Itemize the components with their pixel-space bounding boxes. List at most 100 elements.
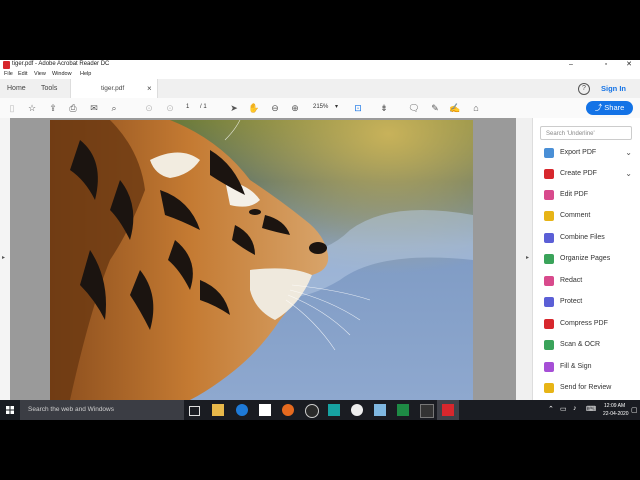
zoom-dropdown-icon[interactable]: ▾ — [335, 103, 338, 110]
camtasia-icon[interactable] — [351, 404, 363, 416]
menu-help[interactable]: Help — [80, 71, 91, 77]
print-icon[interactable]: ⎙ — [67, 102, 79, 114]
excel-icon[interactable] — [397, 404, 409, 416]
share-label: Share — [604, 103, 625, 112]
keyboard-icon[interactable]: ⌨ — [586, 405, 596, 413]
task-view-icon[interactable] — [189, 406, 200, 416]
search-icon[interactable]: ⌕ — [108, 102, 120, 114]
email-icon[interactable]: ✉ — [88, 102, 100, 114]
zoom-out-icon[interactable]: ⊖ — [269, 102, 281, 114]
tool-export-pdf[interactable]: Export PDF ⌄ — [544, 146, 638, 160]
tool-label: Create PDF — [560, 170, 597, 177]
create-pdf-icon — [544, 169, 554, 179]
acrobat-logo-icon — [3, 61, 10, 69]
tools-search-input[interactable]: Search 'Underline' — [540, 126, 632, 140]
share-button[interactable]: ⤴ Share — [586, 101, 633, 115]
clock-date[interactable]: 22-04-2020 — [603, 411, 629, 417]
firefox-icon[interactable] — [282, 404, 294, 416]
help-icon[interactable]: ? — [578, 83, 590, 95]
scroll-icon[interactable]: ⇟ — [378, 102, 390, 114]
tool-comment[interactable]: Comment — [544, 209, 638, 223]
volume-icon[interactable]: ♪ — [573, 405, 577, 412]
chrome-icon[interactable] — [305, 404, 319, 418]
tab-tools[interactable]: Tools — [41, 79, 57, 98]
tab-bar: Home Tools tiger.pdf × ? Sign In — [0, 79, 640, 99]
page-total: / 1 — [200, 104, 207, 110]
tool-redact[interactable]: Redact — [544, 274, 638, 288]
menu-edit[interactable]: Edit — [18, 71, 27, 77]
pen-icon[interactable]: ✎ — [429, 102, 441, 114]
tray-arrow-icon[interactable]: ⌃ — [548, 405, 554, 413]
menu-bar: File Edit View Window Help — [0, 70, 640, 79]
organize-pages-icon — [544, 254, 554, 264]
tool-create-pdf[interactable]: Create PDF ⌄ — [544, 167, 638, 181]
tool-label: Comment — [560, 212, 591, 219]
network-icon[interactable]: ▭ — [560, 405, 567, 413]
next-page-icon[interactable]: ⊙ — [164, 102, 176, 114]
compress-pdf-icon — [544, 319, 554, 329]
tool-label: Protect — [560, 298, 583, 305]
acrobat-taskbar-button[interactable] — [437, 400, 459, 420]
app2-icon[interactable] — [374, 404, 386, 416]
combine-files-icon — [544, 233, 554, 243]
stamp-icon[interactable]: ⌂ — [470, 102, 482, 114]
document-view[interactable] — [10, 118, 516, 400]
tab-document[interactable]: tiger.pdf × — [70, 79, 158, 98]
expand-left-icon: ▸ — [2, 255, 6, 261]
tool-edit-pdf[interactable]: Edit PDF — [544, 188, 638, 202]
tab-home[interactable]: Home — [7, 79, 26, 98]
redact-icon — [544, 276, 554, 286]
clock-time[interactable]: 12:09 AM — [604, 403, 625, 409]
maximize-button[interactable]: ▫ — [595, 60, 617, 70]
minimize-button[interactable]: – — [560, 60, 582, 70]
star-icon[interactable]: ☆ — [26, 102, 38, 114]
edge-icon[interactable] — [236, 404, 248, 416]
close-button[interactable]: ✕ — [618, 60, 640, 70]
prev-page-icon[interactable]: ⊙ — [143, 102, 155, 114]
tool-label: Redact — [560, 277, 583, 284]
letterbox-top — [0, 0, 640, 60]
comment-icon[interactable]: 🗨 — [408, 102, 420, 114]
tab-document-label: tiger.pdf — [101, 85, 125, 92]
right-pane-toggle[interactable]: ▸ — [516, 118, 532, 400]
select-icon[interactable]: ➤ — [228, 102, 240, 114]
menu-file[interactable]: File — [4, 71, 13, 77]
tool-scan-ocr[interactable]: Scan & OCR — [544, 338, 638, 352]
file-explorer-icon[interactable] — [212, 404, 224, 416]
edit-pdf-icon — [544, 190, 554, 200]
sign-in-link[interactable]: Sign In — [601, 84, 626, 93]
notification-icon[interactable]: ▢ — [631, 406, 638, 414]
tool-send-review[interactable]: Send for Review — [544, 381, 638, 395]
tool-label: Fill & Sign — [560, 363, 592, 370]
tool-combine-files[interactable]: Combine Files — [544, 231, 638, 245]
tool-fill-sign[interactable]: Fill & Sign — [544, 360, 638, 374]
chevron-down-icon[interactable]: ⌄ — [625, 146, 632, 160]
hand-icon[interactable]: ✋ — [248, 102, 260, 114]
create-icon[interactable]: ▯ — [6, 102, 18, 114]
fit-icon[interactable]: ⊡ — [352, 102, 364, 114]
page-number[interactable]: 1 — [186, 104, 189, 110]
scan-ocr-icon — [544, 340, 554, 350]
toolbar: ▯ ☆ ⇪ ⎙ ✉ ⌕ ⊙ ⊙ 1 / 1 ➤ ✋ ⊖ ⊕ 215% ▾ ⊡ ⇟… — [0, 98, 640, 119]
terminal-icon[interactable] — [420, 404, 434, 418]
tool-organize-pages[interactable]: Organize Pages — [544, 252, 638, 266]
menu-view[interactable]: View — [34, 71, 46, 77]
start-button[interactable] — [0, 400, 20, 420]
tool-compress-pdf[interactable]: Compress PDF — [544, 317, 638, 331]
left-pane-toggle[interactable]: ▸ — [0, 118, 10, 400]
zoom-in-icon[interactable]: ⊕ — [289, 102, 301, 114]
protect-icon — [544, 297, 554, 307]
tool-label: Export PDF — [560, 149, 597, 156]
sign-icon[interactable]: ✍ — [449, 102, 461, 114]
upload-icon[interactable]: ⇪ — [47, 102, 59, 114]
chevron-down-icon[interactable]: ⌄ — [625, 167, 632, 181]
tab-close-icon[interactable]: × — [147, 79, 152, 98]
zoom-level[interactable]: 215% — [313, 104, 328, 110]
taskbar-search-box[interactable]: Search the web and Windows — [20, 400, 184, 420]
tool-protect[interactable]: Protect — [544, 295, 638, 309]
store-icon[interactable] — [259, 404, 271, 416]
collapse-panel-icon: ▸ — [526, 255, 530, 261]
menu-window[interactable]: Window — [52, 71, 72, 77]
app-icon[interactable] — [328, 404, 340, 416]
share-icon: ⤴ — [594, 103, 605, 112]
